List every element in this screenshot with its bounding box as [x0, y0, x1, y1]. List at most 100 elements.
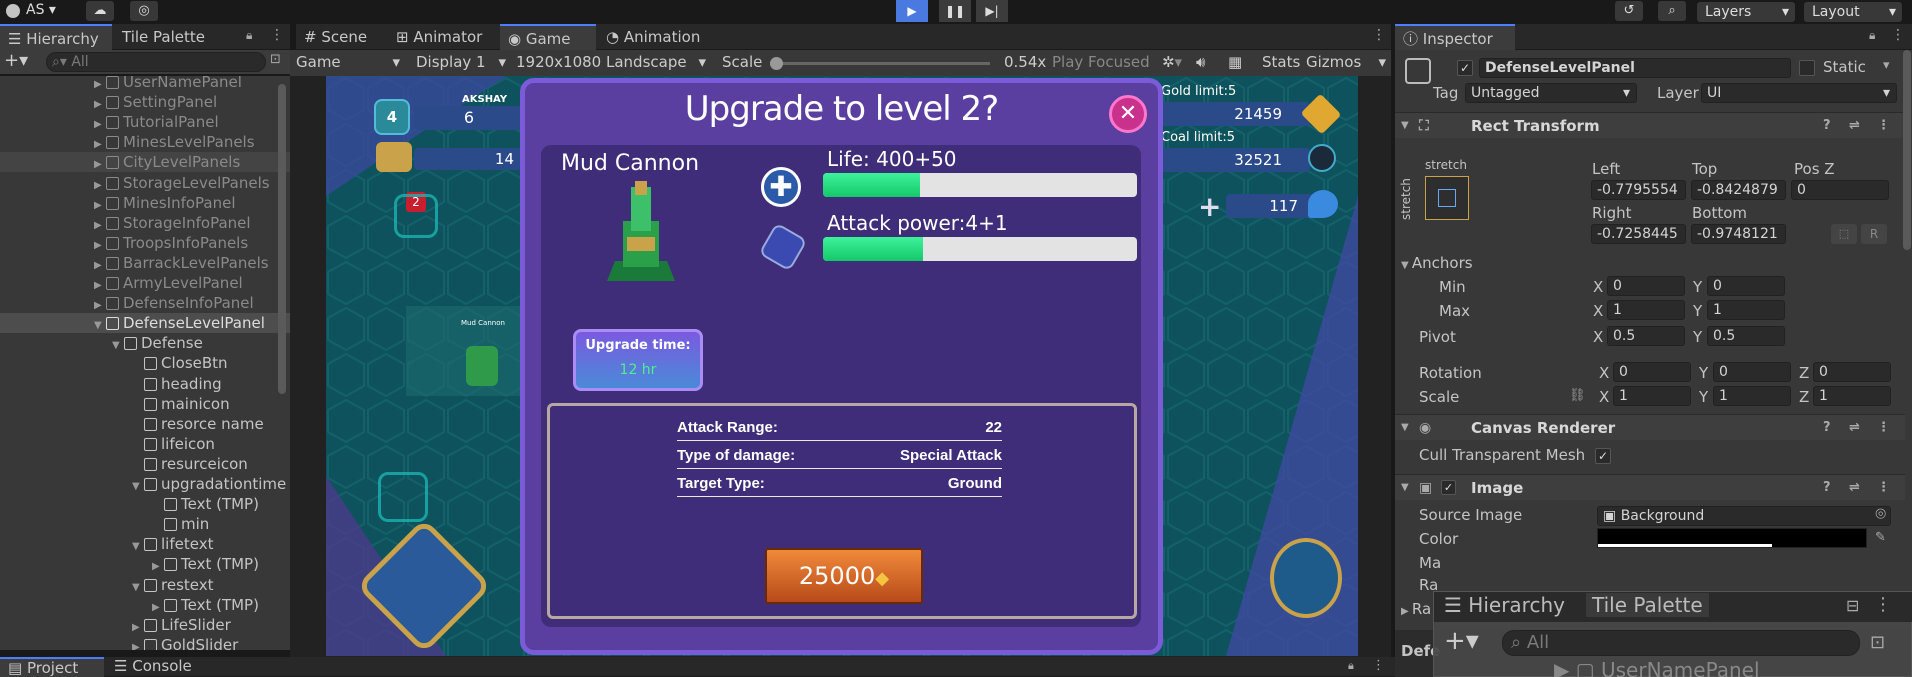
help-icon[interactable]: ?	[1823, 415, 1831, 441]
preset-icon[interactable]: ⇌	[1849, 415, 1860, 441]
tab-console[interactable]: ☰ Console	[106, 657, 206, 677]
hierarchy-item[interactable]: ▶ TutorialPanel	[0, 112, 290, 132]
preset-icon[interactable]: ⇌	[1849, 113, 1860, 139]
lock-icon[interactable]: 🔒︎	[1348, 659, 1354, 673]
min-y-input[interactable]: 0	[1707, 276, 1785, 296]
left-input[interactable]: -0.7795554	[1591, 180, 1686, 200]
more-icon[interactable]: ⋮	[1877, 113, 1890, 139]
add-button[interactable]: +▾	[4, 50, 28, 71]
hierarchy-item[interactable]: ▶ GoldSlider	[0, 635, 290, 650]
right-input[interactable]: -0.7258445	[1591, 224, 1686, 244]
hierarchy-item[interactable]: ▶ TroopsInfoPanels	[0, 233, 290, 253]
tab-animator[interactable]: ⊞ Animator	[388, 24, 498, 50]
hierarchy-item[interactable]: ▶ CityLevelPanels	[0, 152, 290, 173]
min-x-input[interactable]: 0	[1607, 276, 1685, 296]
upgrade-cost-button[interactable]: 25000◆	[765, 548, 923, 604]
history-icon[interactable]: ↺	[1615, 1, 1643, 21]
hierarchy-item[interactable]: ▼ lifetext	[0, 534, 290, 554]
tab-scene[interactable]: # Scene	[296, 24, 386, 50]
unit-sprite[interactable]	[466, 346, 498, 386]
eyedropper-icon[interactable]: ✎	[1875, 530, 1886, 545]
more-icon[interactable]: ⋮	[1372, 658, 1385, 673]
hierarchy-item[interactable]: ▶ UserNamePanel	[0, 76, 290, 92]
image-enabled-checkbox[interactable]: ✓	[1441, 480, 1456, 495]
hierarchy-item[interactable]: ▼ upgradationtime	[0, 474, 290, 494]
object-picker-icon[interactable]: ◎	[1875, 506, 1886, 521]
expand-arrow-icon[interactable]: ▶	[132, 638, 144, 650]
static-checkbox[interactable]	[1799, 60, 1815, 76]
stats-button[interactable]: Stats	[1262, 53, 1300, 71]
source-image-field[interactable]: ▣ Background	[1597, 506, 1891, 526]
bug-icon[interactable]: ✲	[1162, 53, 1175, 71]
hierarchy-item[interactable]: lifeicon	[0, 434, 290, 454]
canvas-renderer-header[interactable]: ▼ ◉ Canvas Renderer ? ⇌ ⋮	[1395, 414, 1905, 440]
blueprint-mode-button[interactable]: ⬚	[1831, 224, 1857, 244]
anchor-presets-button[interactable]	[1425, 176, 1469, 220]
hierarchy-item[interactable]: ▶ Text (TMP)	[0, 554, 290, 574]
scale-z-input[interactable]: 1	[1813, 386, 1891, 406]
account-icon[interactable]	[6, 4, 20, 18]
lock-icon[interactable]: 🔒︎	[246, 28, 252, 43]
layers-dropdown[interactable]: Layers ▾	[1697, 2, 1795, 22]
hierarchy-item[interactable]: CloseBtn	[0, 353, 290, 373]
rect-transform-header[interactable]: ▼ ⛶ Rect Transform ? ⇌ ⋮	[1395, 112, 1905, 138]
building-hex-icon[interactable]	[394, 194, 438, 238]
more-icon[interactable]: ⋮	[270, 27, 284, 43]
scale-slider-handle[interactable]	[770, 57, 783, 70]
gizmos-dropdown[interactable]: Gizmos ▾	[1306, 53, 1388, 71]
hierarchy-item[interactable]: heading	[0, 374, 290, 394]
help-icon[interactable]: ?	[1823, 113, 1831, 139]
hierarchy-item[interactable]: min	[0, 514, 290, 534]
raw-edit-button[interactable]: R	[1861, 224, 1887, 244]
tab-inspector[interactable]: ⓘ Inspector	[1395, 24, 1515, 50]
tab-project[interactable]: ▤ Project	[0, 657, 104, 677]
hierarchy-item[interactable]: ▶ LifeSlider	[0, 615, 290, 635]
scale-x-input[interactable]: 1	[1613, 386, 1691, 406]
hierarchy-item[interactable]: ▶ Text (TMP)	[0, 595, 290, 615]
display-mode-dropdown[interactable]: Game ▾	[296, 53, 404, 71]
display-dropdown[interactable]: Display 1 ▾	[416, 53, 510, 71]
lock-icon[interactable]: 🔒︎	[1869, 28, 1875, 43]
defense-tower-icon[interactable]	[1270, 538, 1342, 618]
max-x-input[interactable]: 1	[1607, 300, 1685, 320]
grid-icon[interactable]: ▦	[1228, 53, 1242, 71]
anchors-label[interactable]: ▼ Anchors	[1401, 254, 1473, 272]
tab-tile-palette[interactable]: Tile Palette	[114, 24, 234, 50]
collab-icon[interactable]: ◎	[130, 1, 158, 21]
hierarchy-item[interactable]: mainicon	[0, 394, 290, 414]
posz-input[interactable]: 0	[1791, 180, 1889, 200]
static-dropdown[interactable]: ▾	[1883, 58, 1890, 73]
more-icon[interactable]: ⋮	[1372, 27, 1386, 43]
hierarchy-item[interactable]: ▶ StorageInfoPanel	[0, 213, 290, 233]
resolution-dropdown[interactable]: 1920x1080 Landscape ▾	[516, 53, 710, 71]
more-icon[interactable]: ⋮	[1877, 475, 1890, 501]
hierarchy-item[interactable]: ▼ restext	[0, 575, 290, 595]
bottom-input[interactable]: -0.9748121	[1691, 224, 1786, 244]
scene-visibility-icon[interactable]: ⊡	[270, 52, 281, 67]
tab-animation[interactable]: ◔ Animation	[598, 24, 718, 50]
play-button[interactable]: ▶	[896, 0, 928, 22]
hierarchy-scrollbar[interactable]	[278, 84, 286, 394]
max-y-input[interactable]: 1	[1707, 300, 1785, 320]
search-icon[interactable]: ⌕	[1658, 1, 1686, 21]
rot-y-input[interactable]: 0	[1713, 362, 1791, 382]
hierarchy-search-input[interactable]: ⌕▾ All	[46, 52, 266, 72]
object-name-field[interactable]: DefenseLevelPanel	[1479, 58, 1791, 78]
hierarchy-item[interactable]: ▶ BarrackLevelPanels	[0, 253, 290, 273]
rot-x-input[interactable]: 0	[1613, 362, 1691, 382]
add-gems-icon[interactable]: +	[1198, 190, 1221, 223]
scale-slider[interactable]	[770, 57, 990, 70]
constrain-proportions-icon[interactable]: ⛓	[1569, 388, 1586, 403]
hierarchy-item[interactable]: resurceicon	[0, 454, 290, 474]
hierarchy-item[interactable]: Text (TMP)	[0, 494, 290, 514]
color-swatch[interactable]	[1597, 528, 1867, 548]
hierarchy-item[interactable]: ▼ DefenseLevelPanel	[0, 313, 290, 334]
hierarchy-item[interactable]: ▶ MinesLevelPanels	[0, 132, 290, 152]
image-header[interactable]: ▼ ▣ ✓ Image ? ⇌ ⋮	[1395, 474, 1905, 500]
scale-y-input[interactable]: 1	[1713, 386, 1791, 406]
tab-hierarchy[interactable]: ☰ Hierarchy	[0, 24, 112, 50]
cull-checkbox[interactable]: ✓	[1595, 448, 1611, 464]
layer-dropdown[interactable]: UI ▾	[1701, 83, 1897, 103]
layout-dropdown[interactable]: Layout ▾	[1804, 2, 1902, 22]
hierarchy-item[interactable]: ▼ Defense	[0, 333, 290, 353]
